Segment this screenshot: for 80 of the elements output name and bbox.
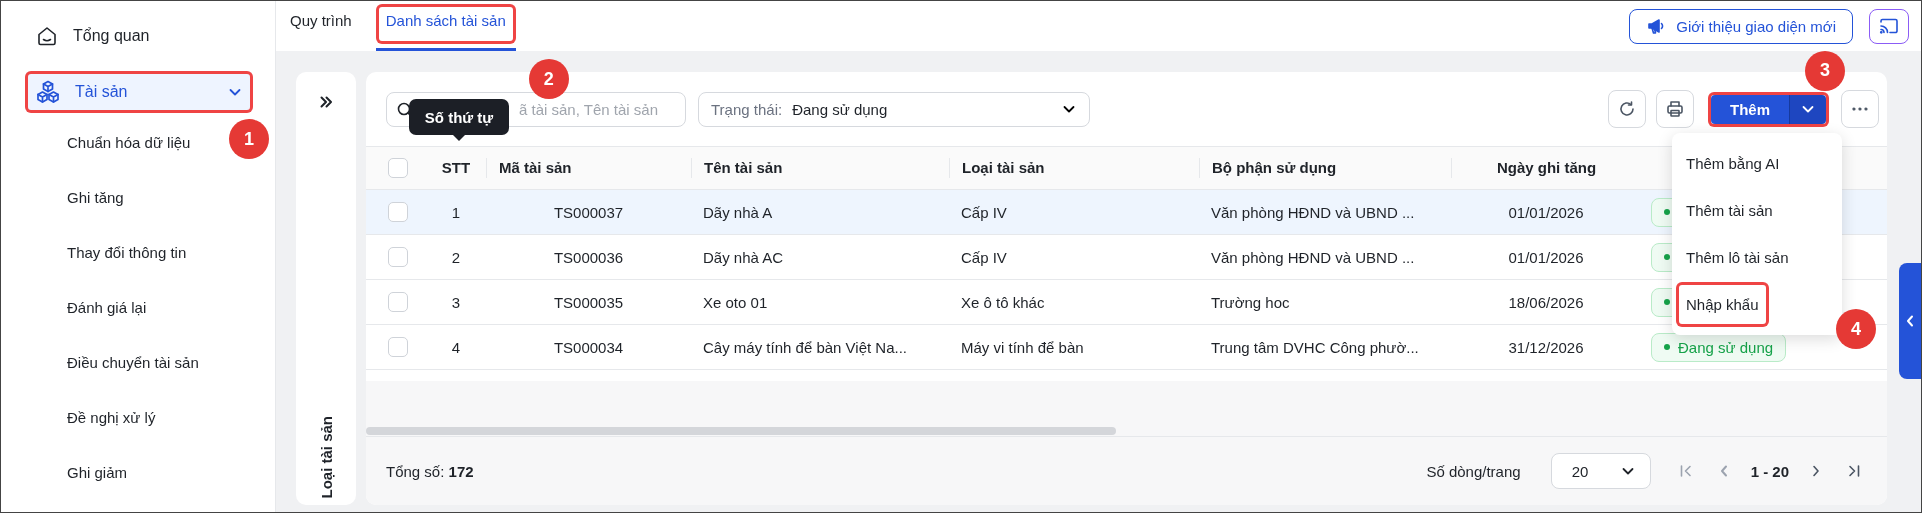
page-size-label: Số dòng/trang	[1426, 462, 1521, 480]
table-cell-text: Cấp IV	[960, 248, 1008, 266]
table-cell-text: 2	[450, 248, 462, 266]
sidebar-subitem[interactable]: Điều chuyển tài sản	[1, 335, 199, 390]
row-checkbox[interactable]	[388, 292, 408, 312]
table-cell-text: 3	[450, 293, 462, 311]
status-dropdown[interactable]: Trạng thái: Đang sử dụng	[698, 91, 1090, 127]
sidebar-subitem[interactable]: Chuẩn hóa dữ liệu	[1, 115, 191, 170]
table-cell-text: Cấp IV	[960, 203, 1008, 221]
sidebar-subitem[interactable]: Đánh giá lại	[1, 280, 147, 335]
table-cell-text: Dãy nhà AC	[702, 248, 785, 266]
sidebar-subitem[interactable]: Thay đổi thông tin	[1, 225, 187, 280]
sidebar-group-item[interactable]: Tài sản	[25, 71, 253, 113]
tab[interactable]: Danh sách tài sản	[375, 1, 516, 51]
menu-item[interactable]: Nhập khẩu	[1676, 282, 1769, 327]
printer-icon	[1665, 99, 1685, 119]
table-cell-text: Xe oto 01	[702, 293, 769, 311]
table-cell-text: TS000037	[552, 203, 625, 221]
print-button[interactable]	[1656, 90, 1694, 128]
table-cell-text: Xe ô tô khác	[960, 293, 1046, 311]
column-header: STT	[440, 158, 472, 178]
sidebar-subitem[interactable]: Đề nghị xử lý	[1, 390, 156, 445]
expand-button[interactable]	[318, 94, 334, 110]
panel-label: Loại tài sản	[317, 416, 335, 499]
horizontal-scrollbar[interactable]	[366, 427, 1116, 435]
first-page-icon	[1678, 464, 1693, 478]
add-button[interactable]: Thêm	[1711, 94, 1789, 124]
column-header: Tên tài sản	[691, 158, 949, 178]
tooltip: Số thứ tự	[409, 99, 509, 141]
row-checkbox[interactable]	[388, 202, 408, 222]
double-chevron-right-icon	[318, 94, 334, 110]
table-cell-text: 4	[450, 338, 462, 356]
table-cell-text: Cây máy tính để bàn Việt Na...	[702, 338, 908, 356]
page-range: 1 - 20	[1750, 462, 1789, 480]
refresh-icon	[1618, 100, 1636, 118]
row-checkbox[interactable]	[388, 337, 408, 357]
tab[interactable]: Quy trình	[280, 1, 362, 51]
table-cell-text: Văn phòng HĐND và UBND ...	[1210, 248, 1416, 266]
sidebar-subitem[interactable]: Ghi tăng	[1, 170, 124, 225]
column-header: Ngày ghi tăng	[1451, 158, 1641, 178]
add-dropdown-button[interactable]	[1789, 94, 1826, 124]
table-cell-text: 01/01/2026	[1507, 203, 1585, 221]
table-cell-text: Trung tâm DVHC Công phườ...	[1210, 338, 1420, 356]
cast-icon	[1879, 17, 1899, 35]
drawer-handle[interactable]	[1899, 263, 1921, 379]
table-cell-text: Trường hoc	[1210, 293, 1291, 311]
chevron-left-icon	[1718, 464, 1729, 478]
table-cell-text: TS000036	[552, 248, 625, 266]
table-cell-text: TS000034	[552, 338, 625, 356]
sidebar-item[interactable]: Tổng quan	[25, 15, 253, 57]
select-all-checkbox[interactable]	[388, 158, 408, 178]
cast-button[interactable]	[1869, 8, 1909, 44]
table-cell-text: 01/01/2026	[1507, 248, 1585, 266]
column-header: Loại tài sản	[949, 158, 1199, 178]
column-header: Mã tài sản	[486, 158, 691, 178]
page-size-dropdown[interactable]: 20	[1550, 453, 1651, 489]
more-button[interactable]	[1841, 90, 1879, 128]
cubes-icon	[35, 79, 61, 105]
table-cell-text: 1	[450, 203, 462, 221]
chevron-right-icon	[1811, 464, 1821, 478]
refresh-button[interactable]	[1608, 90, 1646, 128]
table-cell-text: Văn phòng HĐND và UBND ...	[1210, 203, 1416, 221]
sidebar-subitem[interactable]: Ghi giảm	[1, 445, 128, 500]
home-icon	[35, 24, 59, 48]
sidebar-label: Tổng quan	[73, 27, 151, 45]
total-count: Tổng số: 172	[386, 462, 474, 480]
callout-badge: 3	[1805, 50, 1845, 91]
sidebar-label: Tài sản	[75, 83, 129, 101]
table-cell-text: Dãy nhà A	[702, 203, 774, 221]
more-icon	[1851, 106, 1869, 112]
callout-badge: 1	[229, 119, 269, 159]
table-cell-text: 31/12/2026	[1507, 338, 1585, 356]
table-cell-text: Máy vi tính để bàn	[960, 338, 1085, 356]
row-checkbox[interactable]	[388, 247, 408, 267]
announcement-button[interactable]: Giới thiệu giao diện mới	[1629, 8, 1853, 44]
column-header: Bộ phận sử dụng	[1199, 158, 1451, 178]
chevron-left-icon	[1905, 314, 1915, 328]
last-page-icon	[1847, 464, 1861, 478]
table-cell-text: 18/06/2026	[1507, 293, 1585, 311]
table-cell-text: TS000035	[552, 293, 625, 311]
